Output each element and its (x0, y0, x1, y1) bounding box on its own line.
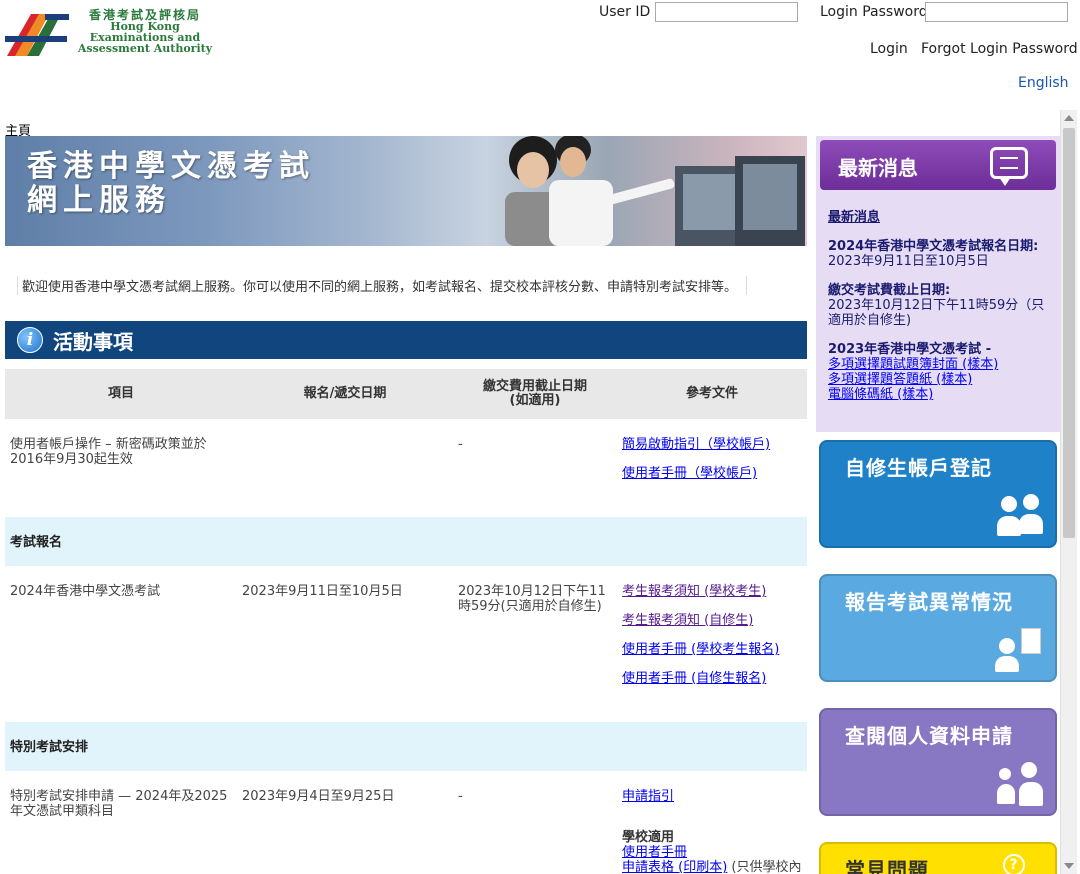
category-special-arrangements: 特別考試安排 (5, 722, 807, 771)
news-item1-head: 2024年香港中學文憑考試報名日期: (828, 239, 1039, 254)
password-input[interactable] (925, 2, 1068, 22)
hkeaa-logo-icon (5, 14, 69, 56)
news-mc-cover-link[interactable]: 多項選擇題試題簿封面 (樣本) (828, 357, 1048, 372)
people-icon (993, 760, 1047, 808)
banner-title: 香港中學文憑考試 網上服務 (27, 150, 315, 218)
data-access-request-tile[interactable]: 查閱個人資料申請 (819, 708, 1057, 816)
banner-title-line1: 香港中學文憑考試 (27, 149, 315, 184)
news-item2-head: 繳交考試費截止日期: (828, 283, 951, 298)
banner-title-line2: 網上服務 (27, 183, 171, 218)
row-account-item: 使用者帳戶操作 – 新密碼政策並於2016年9月30起生效 (10, 437, 207, 467)
doc-notes-school-candidates-link[interactable]: 考生報考須知 (學校考生) (622, 584, 802, 599)
hkeaa-logo[interactable]: 香港考試及評核局 Hong Kong Examinations and Asse… (5, 8, 215, 63)
news-item2-body: 2023年10月12日下午11時59分（只適用於自修生) (828, 298, 1045, 328)
table-row: 特別考試安排申請 — 2024年及2025年文憑試甲類科目 2023年9月4日至… (5, 771, 807, 874)
forgot-password-link[interactable]: Forgot Login Password (921, 41, 1078, 57)
report-irregularity-tile[interactable]: 報告考試異常情況 (819, 574, 1057, 682)
news-mc-answer-link[interactable]: 多項選擇題答題紙 (樣本) (828, 372, 1048, 387)
row-account-docs: 簡易啟動指引（學校帳戶) 使用者手冊（學校帳戶) (617, 419, 807, 517)
col-header-fee-line1: 繳交費用截止日期 (482, 379, 587, 394)
table-category-row: 特別考試安排 (5, 722, 807, 771)
doc-notes-private-candidates-link[interactable]: 考生報考須知 (自修生) (622, 613, 802, 628)
row-special-dates: 2023年9月4日至9月25日 (242, 789, 395, 804)
news-item: 2024年香港中學文憑考試報名日期: 2023年9月11日至10月5日 (828, 239, 1048, 269)
header: 香港考試及評核局 Hong Kong Examinations and Asse… (0, 0, 1080, 110)
question-icon: ? (1003, 854, 1025, 874)
doc-user-manual-school-link[interactable]: 使用者手冊（學校帳戶) (622, 466, 802, 481)
table-header-row: 項目 報名/遞交日期 繳交費用截止日期 (如適用) 參考文件 (5, 369, 807, 419)
row-special-docs: 申請指引 學校適用 使用者手冊 申請表格 (印刷本) (只供學校內部使用) (617, 771, 807, 874)
news-item3-head: 2023年香港中學文憑考試 - (828, 342, 992, 357)
user-id-label: User ID (599, 4, 651, 20)
news-body: 最新消息 2024年香港中學文憑考試報名日期: 2023年9月11日至10月5日… (820, 190, 1056, 436)
table-row: 使用者帳戶操作 – 新密碼政策並於2016年9月30起生效 - 簡易啟動指引（學… (5, 419, 807, 517)
doc-application-form-link[interactable]: 申請表格 (印刷本) (622, 860, 727, 874)
col-header-docs: 參考文件 (617, 369, 807, 419)
events-section-header: i 活動事項 (5, 321, 807, 359)
report-irregularity-label: 報告考試異常情況 (845, 590, 1013, 614)
main-content: ✦ 香港中學文憑考試 網上服務 歡迎使用香港中學文憑考試網上服務。你可以使用不同… (5, 136, 807, 874)
login-link[interactable]: Login (870, 41, 908, 57)
doc-manual-school-registration-link[interactable]: 使用者手冊 (學校考生報名) (622, 642, 802, 657)
data-access-request-label: 查閱個人資料申請 (845, 724, 1013, 748)
row-registration-fee: 2023年10月12日下午11時59分(只適用於自修生) (458, 584, 606, 614)
events-title: 活動事項 (53, 329, 133, 354)
col-header-fee: 繳交費用截止日期 (如適用) (453, 369, 617, 419)
row-special-item: 特別考試安排申請 — 2024年及2025年文憑試甲類科目 (10, 789, 228, 819)
events-table: 項目 報名/遞交日期 繳交費用截止日期 (如適用) 參考文件 使用者帳戶操作 –… (5, 369, 807, 874)
col-header-item: 項目 (5, 369, 237, 419)
row-registration-dates: 2023年9月11日至10月5日 (242, 584, 403, 599)
news-header-label: 最新消息 (838, 156, 918, 180)
welcome-message: 歡迎使用香港中學文憑考試網上服務。你可以使用不同的網上服務，如考試報名、提交校本… (17, 276, 747, 295)
doc-application-guide-link[interactable]: 申請指引 (622, 789, 802, 804)
row-special-fee: - (458, 789, 463, 804)
user-id-input[interactable] (655, 2, 798, 22)
logo-en-3: Assessment Authority (77, 42, 213, 55)
news-header[interactable]: 最新消息 (820, 140, 1056, 190)
news-item: 2023年香港中學文憑考試 - 多項選擇題試題簿封面 (樣本) 多項選擇題答題紙… (828, 342, 1048, 402)
row-account-dates (237, 419, 453, 517)
english-language-link[interactable]: English (1018, 75, 1069, 91)
private-candidate-account-tile[interactable]: 自修生帳戶登記 (819, 440, 1057, 548)
password-label: Login Password (820, 4, 928, 20)
news-item1-body: 2023年9月11日至10月5日 (828, 254, 989, 269)
news-panel: 最新消息 最新消息 2024年香港中學文憑考試報名日期: 2023年9月11日至… (816, 136, 1060, 432)
news-item: 繳交考試費截止日期: 2023年10月12日下午11時59分（只適用於自修生) (828, 283, 1048, 328)
col-header-fee-line2: (如適用) (509, 393, 561, 408)
faq-tile[interactable]: 常見問題 ? (819, 842, 1057, 874)
doc-user-manual-link[interactable]: 使用者手冊 (622, 845, 802, 860)
news-title-link[interactable]: 最新消息 (828, 210, 1048, 225)
col-header-dates: 報名/遞交日期 (237, 369, 453, 419)
school-use-label: 學校適用 (622, 830, 675, 845)
row-account-fee: - (458, 437, 463, 452)
doc-quick-start-link[interactable]: 簡易啟動指引（學校帳戶) (622, 437, 802, 452)
scroll-up-arrow-icon[interactable] (1064, 115, 1074, 121)
page-scrollbar[interactable] (1060, 110, 1077, 874)
logo-text: 香港考試及評核局 Hong Kong Examinations and Asse… (75, 9, 215, 55)
sidebar: 最新消息 最新消息 2024年香港中學文憑考試報名日期: 2023年9月11日至… (816, 136, 1060, 874)
table-row: 2024年香港中學文憑考試 2023年9月11日至10月5日 2023年10月1… (5, 566, 807, 722)
row-registration-item: 2024年香港中學文憑考試 (10, 584, 161, 599)
chat-bubble-icon (990, 147, 1028, 186)
application-form-line: 申請表格 (印刷本) (只供學校內部使用) (622, 860, 802, 874)
banner-photo (505, 136, 805, 246)
news-barcode-link[interactable]: 電腦條碼紙 (樣本) (828, 387, 1048, 402)
faq-label: 常見問題 (845, 858, 929, 874)
private-candidate-account-label: 自修生帳戶登記 (845, 456, 992, 480)
row-registration-docs: 考生報考須知 (學校考生) 考生報考須知 (自修生) 使用者手冊 (學校考生報名… (617, 566, 807, 722)
table-category-row: 考試報名 (5, 517, 807, 566)
category-registration: 考試報名 (5, 517, 807, 566)
info-icon: i (17, 327, 43, 353)
scroll-down-arrow-icon[interactable] (1064, 863, 1074, 869)
doc-manual-private-registration-link[interactable]: 使用者手冊 (自修生報名) (622, 671, 802, 686)
banner: ✦ 香港中學文憑考試 網上服務 (5, 136, 807, 246)
scroll-thumb[interactable] (1063, 128, 1075, 538)
person-document-icon (993, 626, 1047, 674)
people-icon (993, 492, 1047, 540)
